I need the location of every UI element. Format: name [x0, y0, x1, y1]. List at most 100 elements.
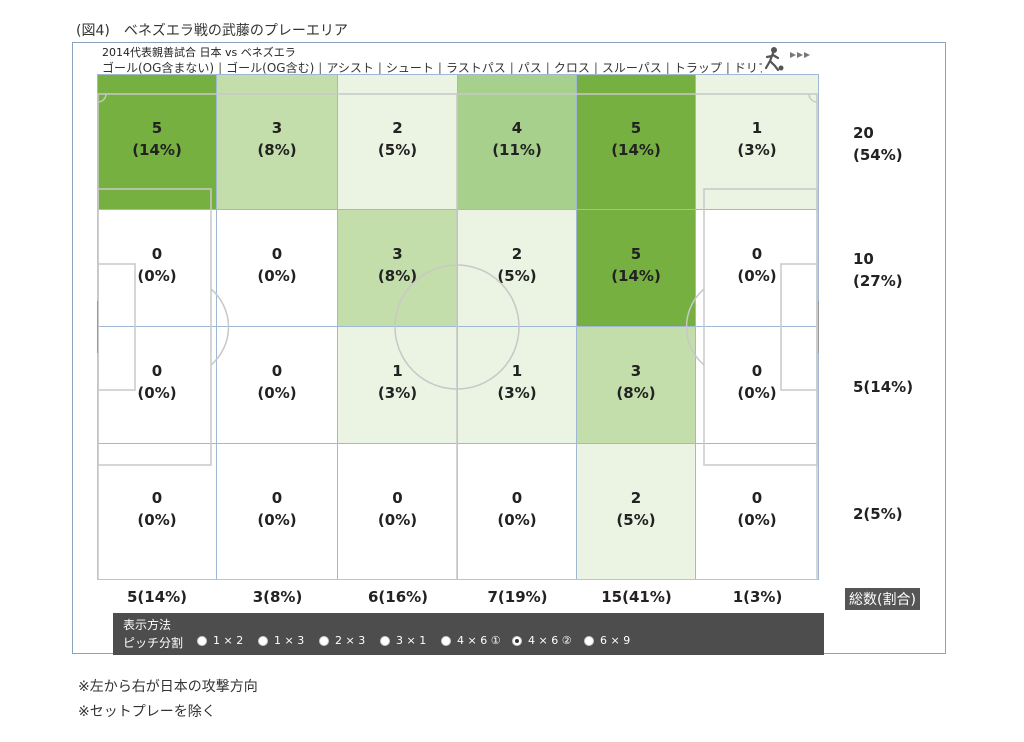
- pitch-split-option[interactable]: 1 × 3: [258, 634, 304, 647]
- filter-through-pass[interactable]: スルーパス: [590, 59, 662, 75]
- pitch-split-label: ピッチ分割: [123, 636, 184, 650]
- option-label: 6 × 9: [600, 634, 631, 647]
- option-label: 1 × 3: [274, 634, 305, 647]
- soccer-player-kick-icon[interactable]: [764, 46, 816, 72]
- row-total-line: (27%): [853, 272, 903, 290]
- pitch-split-option[interactable]: 4 × 6 ②: [512, 634, 572, 647]
- cell-percent: (8%): [377, 267, 418, 285]
- radio-icon[interactable]: [258, 635, 268, 646]
- heatmap-cell: 1 (3%): [696, 74, 819, 210]
- radio-icon[interactable]: [380, 635, 390, 646]
- heatmap-cell: 0 (0%): [696, 210, 819, 327]
- cell-count: 2: [511, 245, 523, 263]
- cell-percent: (11%): [492, 141, 542, 159]
- pitch-heatmap: 5 (14%) 3 (8%) 2 (5%) 4 (11%) 5 (14%) 1 (3%) 0 (0%) 0 (…: [97, 74, 819, 580]
- radio-icon[interactable]: [197, 635, 207, 646]
- cell-percent: (0%): [257, 510, 297, 529]
- heatmap-cell: 0 (0%): [696, 444, 819, 580]
- figure-title: (図4) ベネズエラ戦の武藤のプレーエリア: [76, 23, 348, 39]
- radio-selected-icon[interactable]: [512, 635, 522, 646]
- cell-percent: (0%): [737, 384, 777, 402]
- filter-pass[interactable]: パス: [506, 59, 542, 75]
- column-total: 7(19%): [487, 588, 548, 606]
- cell-count: 0: [511, 488, 523, 507]
- cell-count: 0: [751, 488, 763, 507]
- cell-percent: (5%): [497, 267, 537, 285]
- column-total: 1(3%): [732, 588, 783, 606]
- radio-icon[interactable]: [319, 635, 329, 646]
- option-label: 3 × 1: [396, 634, 427, 647]
- pitch-split-option[interactable]: 3 × 1: [380, 634, 426, 647]
- cell-count: 3: [271, 119, 283, 137]
- heatmap-cell: 0 (0%): [338, 444, 458, 580]
- pitch-split-option[interactable]: 6 × 9: [584, 634, 630, 647]
- filter-assist[interactable]: アシスト: [314, 59, 374, 75]
- filter-goal-excl-og[interactable]: ゴール(OG含まない): [102, 59, 214, 75]
- row-total: 10 (27%): [853, 248, 903, 292]
- pitch-split-option[interactable]: 4 × 6 ①: [441, 634, 501, 647]
- cell-count: 0: [751, 362, 763, 380]
- cell-count: 4: [511, 119, 523, 137]
- heatmap-cell: 0 (0%): [97, 444, 217, 580]
- radio-icon[interactable]: [584, 635, 594, 646]
- heatmap-cell: 1 (3%): [338, 327, 458, 444]
- filter-cross[interactable]: クロス: [542, 59, 590, 75]
- heatmap-cell: 3 (8%): [217, 74, 338, 210]
- filter-trap[interactable]: トラップ: [662, 59, 722, 75]
- cell-percent: (3%): [377, 384, 418, 402]
- cell-count: 3: [392, 245, 403, 263]
- heatmap-cell: 0 (0%): [217, 327, 338, 444]
- radio-icon[interactable]: [441, 635, 451, 646]
- row-total-line: 10: [853, 250, 874, 268]
- match-title: 2014代表親善試合 日本 vs ベネズエラ: [102, 46, 296, 59]
- heatmap-cell: 0 (0%): [458, 444, 577, 580]
- cell-percent: (0%): [497, 510, 537, 529]
- display-method-label: 表示方法: [123, 618, 172, 632]
- heatmap-cell: 2 (5%): [577, 444, 696, 580]
- heatmap-cell: 4 (11%): [458, 74, 577, 210]
- filter-shot[interactable]: シュート: [374, 59, 434, 75]
- cell-percent: (0%): [257, 267, 297, 285]
- cell-percent: (0%): [137, 384, 177, 402]
- heatmap-cell: 0 (0%): [217, 210, 338, 327]
- pitch-split-option[interactable]: 1 × 2: [197, 634, 243, 647]
- cell-percent: (0%): [137, 510, 177, 529]
- filter-dribble[interactable]: ドリブル: [722, 59, 762, 75]
- cell-percent: (3%): [737, 141, 777, 159]
- cell-count: 0: [751, 245, 763, 263]
- heatmap-cell: 1 (3%): [458, 327, 577, 444]
- cell-count: 5: [151, 119, 163, 137]
- heatmap-cell: 0 (0%): [97, 210, 217, 327]
- cell-percent: (0%): [377, 510, 418, 529]
- heatmap-cell: 5 (14%): [577, 210, 696, 327]
- row-total: 20 (54%): [853, 122, 903, 166]
- filter-last-pass[interactable]: ラストパス: [434, 59, 506, 75]
- cell-count: 0: [151, 362, 163, 380]
- total-ratio-label: 総数(割合): [845, 588, 920, 610]
- note-excludes-set-pieces: ※セットプレーを除く: [78, 704, 216, 720]
- cell-count: 2: [630, 488, 642, 507]
- cell-percent: (0%): [137, 267, 177, 285]
- row-total-line: 2(5%): [853, 505, 903, 523]
- column-total: 5(14%): [126, 588, 188, 606]
- cell-percent: (0%): [737, 510, 777, 529]
- cell-count: 0: [271, 488, 283, 507]
- cell-count: 0: [271, 245, 283, 263]
- option-label: 4 × 6 ②: [528, 634, 572, 647]
- filter-goal-incl-og[interactable]: ゴール(OG含む): [214, 59, 314, 75]
- cell-percent: (3%): [497, 384, 537, 402]
- cell-percent: (0%): [257, 384, 297, 402]
- cell-count: 0: [392, 488, 403, 507]
- heatmap-cell: 2 (5%): [338, 74, 458, 210]
- cell-count: 1: [392, 362, 403, 380]
- column-total: 3(8%): [252, 588, 303, 606]
- heatmap-grid: 5 (14%) 3 (8%) 2 (5%) 4 (11%) 5 (14%) 1 (3%) 0 (0%) 0 (…: [97, 74, 819, 580]
- cell-count: 0: [151, 488, 163, 507]
- option-label: 1 × 2: [213, 634, 244, 647]
- action-filter-bar: ゴール(OG含まない)ゴール(OG含む)アシストシュートラストパスパスクロススル…: [102, 59, 762, 75]
- cell-percent: (14%): [132, 141, 182, 159]
- row-total-line: 20: [853, 124, 874, 142]
- pitch-split-option[interactable]: 2 × 3: [319, 634, 365, 647]
- heatmap-cell: 3 (8%): [577, 327, 696, 444]
- option-label: 4 × 6 ①: [457, 634, 501, 647]
